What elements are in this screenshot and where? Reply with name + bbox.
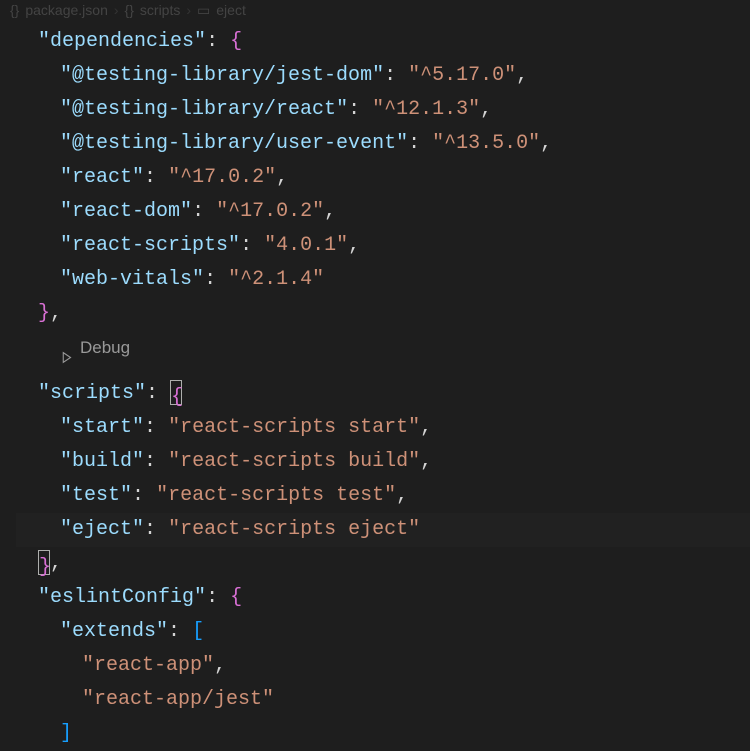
script-value: react-scripts start [180,416,408,439]
breadcrumb-item[interactable]: eject [216,2,246,18]
code-line[interactable]: "dependencies": { [16,25,750,59]
breadcrumb-section-icon: {} [125,2,134,18]
code-line[interactable]: "@testing-library/user-event": "^13.5.0"… [16,127,750,161]
script-value: react-scripts test [168,484,384,507]
dep-key: react-dom [72,200,180,223]
code-line[interactable]: "test": "react-scripts test", [16,479,750,513]
code-line[interactable]: "@testing-library/jest-dom": "^5.17.0", [16,59,750,93]
cursor-highlight: { [170,380,182,405]
code-line[interactable]: }, [16,547,750,581]
dep-key: @testing-library/user-event [72,132,396,155]
dep-key: web-vitals [72,268,192,291]
code-line[interactable]: "react-dom": "^17.0.2", [16,195,750,229]
breadcrumb-section[interactable]: scripts [140,2,180,18]
dep-value: ^2.1.4 [240,268,312,291]
dep-key: react-scripts [72,234,228,257]
code-line[interactable]: "scripts": { [16,377,750,411]
chevron-right-icon: › [114,2,119,18]
key-eslintconfig: eslintConfig [50,586,194,609]
debug-codelens[interactable]: Debug [16,331,130,365]
dep-value: ^17.0.2 [228,200,312,223]
code-line[interactable]: ] [16,717,750,751]
dep-key: @testing-library/react [72,98,336,121]
code-line[interactable]: "react-app/jest" [16,683,750,717]
code-line[interactable]: "@testing-library/react": "^12.1.3", [16,93,750,127]
script-key: test [72,484,120,507]
play-icon [60,342,73,355]
breadcrumb-file[interactable]: package.json [25,2,108,18]
bracket-match: } [38,550,50,575]
key-extends: extends [72,620,156,643]
dep-value: ^13.5.0 [444,132,528,155]
dep-key: @testing-library/jest-dom [72,64,372,87]
script-key: build [72,450,132,473]
debug-label: Debug [80,331,130,365]
dep-key: react [72,166,132,189]
extends-value: react-app [94,654,202,677]
script-key: eject [72,518,132,541]
breadcrumb-item-icon: ▭ [197,2,210,19]
code-line-current[interactable]: "eject": "react-scripts eject" [16,513,750,547]
chevron-right-icon: › [186,2,191,18]
breadcrumb-file-icon: {} [10,2,19,18]
code-line[interactable]: }, [16,297,750,331]
script-key: start [72,416,132,439]
code-line[interactable]: "start": "react-scripts start", [16,411,750,445]
code-line[interactable]: "build": "react-scripts build", [16,445,750,479]
script-value: react-scripts eject [180,518,408,541]
code-line[interactable]: "react-app", [16,649,750,683]
key-dependencies: dependencies [50,30,194,53]
dep-value: 4.0.1 [276,234,336,257]
code-line[interactable]: "web-vitals": "^2.1.4" [16,263,750,297]
dep-value: ^12.1.3 [384,98,468,121]
code-line[interactable]: "react": "^17.0.2", [16,161,750,195]
extends-value: react-app/jest [94,688,262,711]
dep-value: ^17.0.2 [180,166,264,189]
code-line[interactable]: "eslintConfig": { [16,581,750,615]
code-line[interactable]: "react-scripts": "4.0.1", [16,229,750,263]
key-scripts: scripts [50,382,134,405]
dep-value: ^5.17.0 [420,64,504,87]
script-value: react-scripts build [180,450,408,473]
code-line[interactable]: "extends": [ [16,615,750,649]
breadcrumb[interactable]: {} package.json › {} scripts › ▭ eject [0,0,750,20]
editor-content[interactable]: "dependencies": { "@testing-library/jest… [0,20,750,751]
